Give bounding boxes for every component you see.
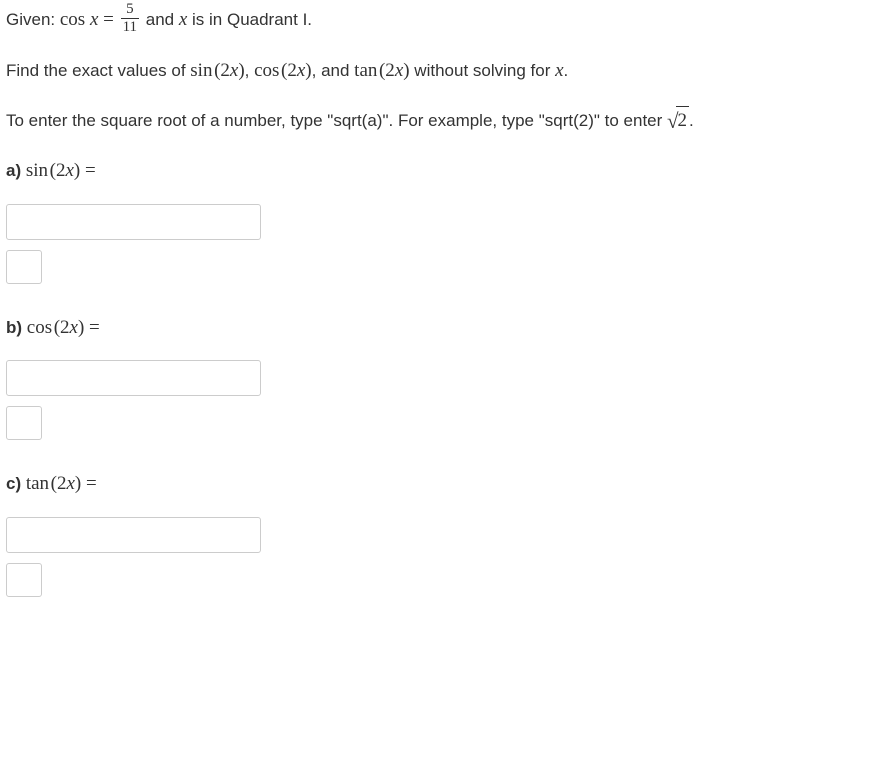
equals: = (98, 9, 118, 30)
arg-var: x (66, 473, 74, 494)
given-prefix: Given: (6, 10, 60, 29)
suffix-before: and (141, 10, 179, 29)
equals: = (81, 473, 96, 494)
arg-open: (2 (54, 317, 70, 338)
arg-var: x (65, 160, 73, 181)
sep: , and (312, 61, 355, 80)
sep: , (245, 61, 254, 80)
fraction-num: 5 (121, 2, 139, 19)
part-b: b) cos (2x) = (6, 314, 871, 441)
part-letter: b) (6, 318, 27, 337)
preview-box-c[interactable] (6, 563, 42, 597)
find-suffix: without solving for (410, 61, 556, 80)
arg-open: (2 (51, 473, 67, 494)
suffix-var: x (555, 60, 563, 81)
part-b-label: b) cos (2x) = (6, 314, 871, 343)
preview-box-a[interactable] (6, 250, 42, 284)
period: . (564, 61, 569, 80)
equals: = (80, 160, 95, 181)
part-letter: a) (6, 161, 26, 180)
tan-label: tan (354, 60, 377, 81)
hint-line: To enter the square root of a number, ty… (6, 106, 871, 138)
fn: cos (27, 317, 52, 338)
suffix-after: is in Quadrant I. (187, 10, 312, 29)
fraction-den: 11 (121, 19, 139, 35)
part-a-label: a) sin (2x) = (6, 157, 871, 186)
arg-var: x (70, 317, 78, 338)
equals: = (84, 317, 99, 338)
part-a: a) sin (2x) = (6, 157, 871, 284)
fraction: 511 (121, 2, 139, 35)
part-c: c) tan (2x) = (6, 470, 871, 597)
hint-text: To enter the square root of a number, ty… (6, 111, 667, 130)
cos-label: cos (60, 9, 85, 30)
find-line: Find the exact values of sin (2x), cos (… (6, 57, 871, 86)
answer-input-b[interactable] (6, 360, 261, 396)
arg-open: (2 (214, 60, 230, 81)
answer-input-a[interactable] (6, 204, 261, 240)
radicand: 2 (676, 106, 690, 136)
preview-box-b[interactable] (6, 406, 42, 440)
period: . (689, 111, 694, 130)
fn: sin (26, 160, 48, 181)
given-line: Given: cos x = 511 and x is in Quadrant … (6, 4, 871, 37)
part-letter: c) (6, 474, 26, 493)
arg-open: (2 (50, 160, 66, 181)
answer-input-c[interactable] (6, 517, 261, 553)
sqrt-example: √2 (667, 106, 689, 138)
cos-label: cos (254, 60, 279, 81)
find-prefix: Find the exact values of (6, 61, 190, 80)
part-c-label: c) tan (2x) = (6, 470, 871, 499)
fn: tan (26, 473, 49, 494)
sin-label: sin (190, 60, 212, 81)
arg-open: (2 (379, 60, 395, 81)
arg-var: x (395, 60, 403, 81)
arg-open: (2 (281, 60, 297, 81)
